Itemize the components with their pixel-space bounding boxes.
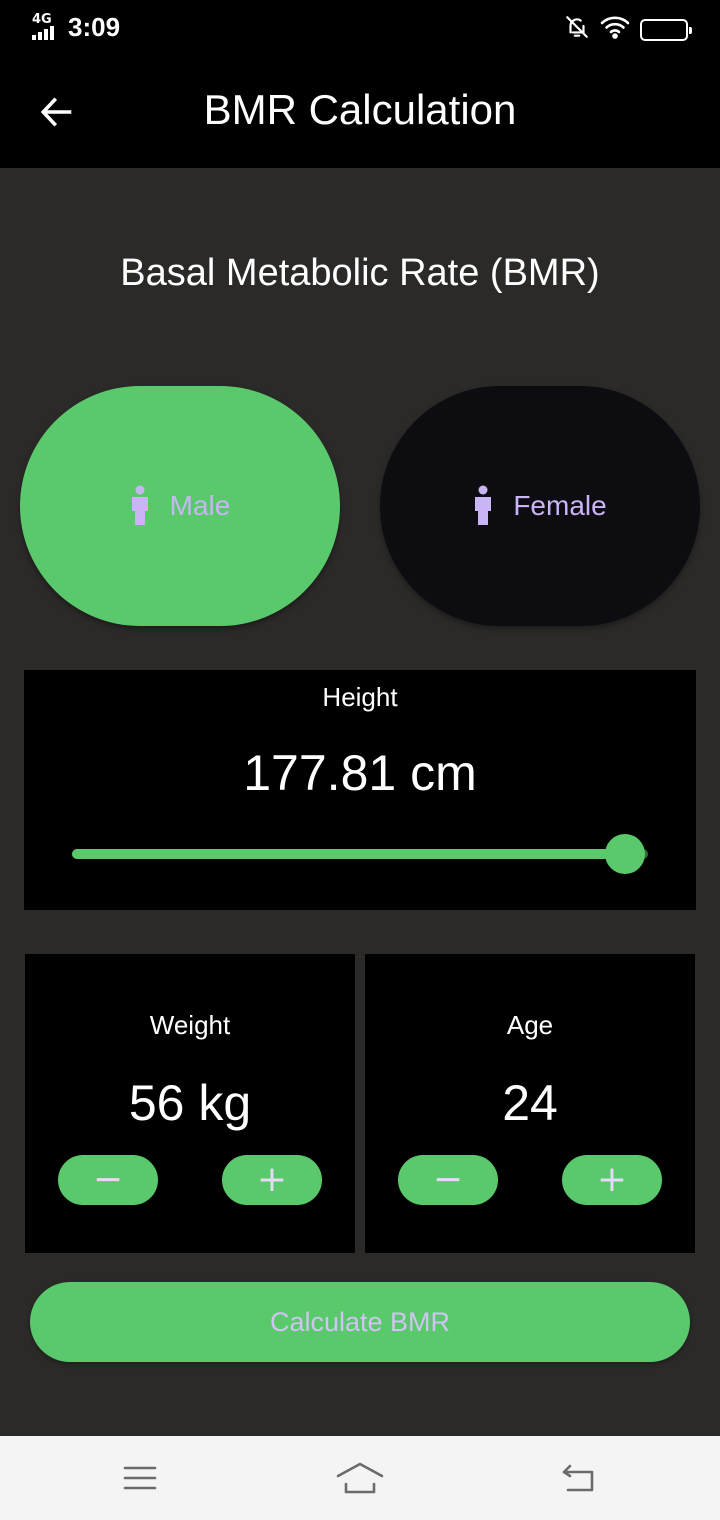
status-left: 4G 3:09 xyxy=(30,12,120,42)
section-heading: Basal Metabolic Rate (BMR) xyxy=(120,252,600,294)
weight-value: 56 kg xyxy=(128,1075,252,1131)
page-title: BMR Calculation xyxy=(203,86,517,133)
height-value: 177.81 cm xyxy=(243,745,477,801)
weight-label: Weight xyxy=(149,1010,231,1040)
minus-icon: − xyxy=(92,1159,124,1200)
slider-thumb[interactable] xyxy=(604,834,645,874)
gender-female-label: Female xyxy=(513,490,607,521)
bell-off-icon xyxy=(564,14,590,45)
network-type: 4G xyxy=(32,12,52,27)
calculate-bmr-label: Calculate BMR xyxy=(269,1306,451,1337)
age-increment-button[interactable]: + xyxy=(562,1155,662,1205)
wifi-icon xyxy=(600,15,630,44)
gender-male-label: Male xyxy=(169,490,231,521)
minus-icon: − xyxy=(432,1159,464,1200)
slider-active-track xyxy=(72,849,625,859)
weight-increment-button[interactable]: + xyxy=(222,1155,322,1205)
age-value: 24 xyxy=(502,1075,558,1131)
app-bar: BMR Calculation xyxy=(0,56,720,168)
battery-percent: 62 xyxy=(654,21,674,38)
system-nav-bar xyxy=(0,1436,720,1520)
back-icon xyxy=(562,1464,594,1492)
status-right: 62 xyxy=(564,14,692,45)
weight-decrement-button[interactable]: − xyxy=(58,1155,158,1205)
plus-icon: + xyxy=(596,1159,628,1200)
plus-icon: + xyxy=(256,1159,288,1200)
calculate-bmr-button[interactable]: Calculate BMR xyxy=(30,1282,690,1362)
gender-male-button[interactable]: Male xyxy=(20,386,340,626)
menu-icon xyxy=(123,1466,157,1490)
signal-icon: 4G xyxy=(30,12,64,42)
nav-back-button[interactable] xyxy=(550,1456,610,1500)
nav-menu-button[interactable] xyxy=(110,1456,170,1500)
height-card: Height 177.81 cm xyxy=(24,670,696,910)
age-label: Age xyxy=(506,1010,554,1040)
person-icon xyxy=(475,485,492,525)
home-icon xyxy=(336,1462,384,1494)
status-time: 3:09 xyxy=(68,12,121,42)
age-decrement-button[interactable]: − xyxy=(398,1155,498,1205)
gender-female-button[interactable]: Female xyxy=(380,386,700,626)
age-card: Age 24 − + xyxy=(365,954,695,1253)
height-slider[interactable] xyxy=(72,834,648,874)
person-icon xyxy=(131,485,148,525)
nav-home-button[interactable] xyxy=(330,1456,390,1500)
battery-icon: 62 xyxy=(640,18,692,41)
status-bar: 4G 3:09 62 xyxy=(0,0,720,56)
height-label: Height xyxy=(322,682,398,712)
weight-card: Weight 56 kg − + xyxy=(25,954,355,1253)
